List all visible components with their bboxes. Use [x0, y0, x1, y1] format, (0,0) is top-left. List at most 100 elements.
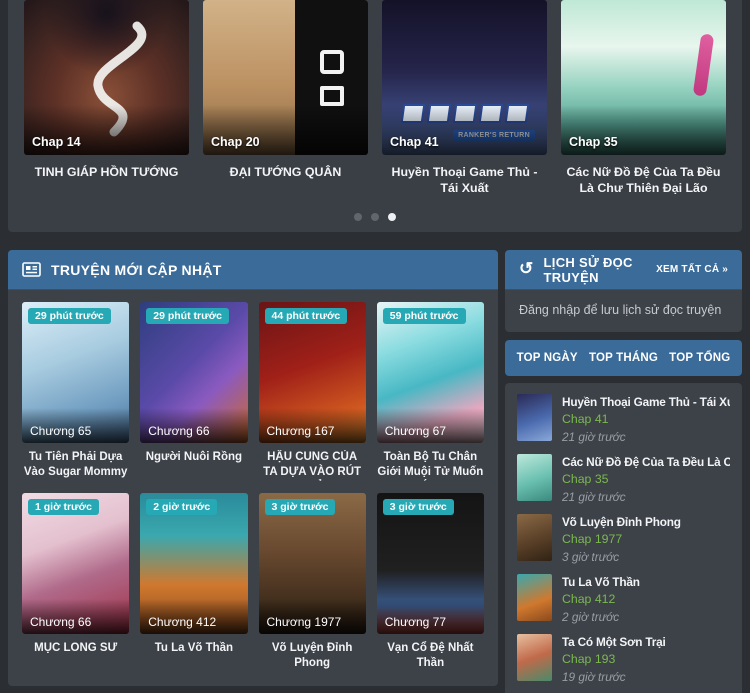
top-item-meta: Ta Có Một Sơn Trại Chap 193 19 giờ trước [562, 634, 666, 684]
comic-title: MỤC LONG SƯ [22, 641, 129, 672]
chapter-label: Chương 66 [140, 408, 247, 443]
comic-cover: 3 giờ trướcChương 1977 [259, 493, 366, 634]
chapter-label: Chương 77 [377, 599, 484, 634]
comic-cover: Chap 14 [24, 0, 189, 155]
comic-card[interactable]: 29 phút trướcChương 65Tu Tiên Phải Dựa V… [22, 302, 129, 481]
time-badge: 29 phút trước [28, 308, 111, 324]
updated-time: 21 giờ trước [562, 430, 730, 444]
login-note: Đăng nhập để lưu lịch sử đọc truyện [505, 290, 742, 332]
comic-card[interactable]: 3 giờ trướcChương 1977 Võ Luyện Đỉnh Phon… [259, 493, 366, 672]
updated-time: 21 giờ trước [562, 490, 730, 504]
updates-panel: TRUYỆN MỚI CẬP NHẬT 29 phút trước Chương … [8, 250, 498, 686]
page: Chap 14TINH GIÁP HỒN TƯỚNG Chap 20 ĐẠI TƯỚ… [0, 0, 750, 693]
comic-title: Ta Có Một Sơn Trại [562, 635, 666, 649]
chapter-label: Chap 14 [32, 135, 81, 149]
top-item-meta: Võ Luyện Đỉnh Phong Chap 1977 3 giờ trước [562, 514, 681, 564]
comic-title: Võ Luyện Đỉnh Phong [562, 515, 681, 529]
comic-thumbnail [517, 574, 552, 621]
updates-header: TRUYỆN MỚI CẬP NHẬT [8, 250, 498, 290]
comic-cover: Chap 20 [203, 0, 368, 155]
top-list-item[interactable]: Huyền Thoại Game Thủ - Tái Xuất Chap 41 21… [517, 394, 730, 444]
comic-title: Tu La Võ Thần [562, 575, 640, 589]
chapter-label: Chương 167 [259, 408, 366, 443]
history-header-title: LỊCH SỬ ĐỌC TRUYỆN [544, 255, 657, 285]
comic-title: Huyền Thoại Game Thủ - Tái Xuất [562, 395, 730, 409]
top-list-item[interactable]: Các Nữ Đồ Đệ Của Ta Đều Là Chư... Chap 35… [517, 454, 730, 504]
latest-chapter: Chap 41 [562, 412, 730, 426]
top-list-item[interactable]: Ta Có Một Sơn Trại Chap 193 19 giờ trước [517, 634, 730, 684]
time-badge: 3 giờ trước [383, 499, 454, 515]
carousel-slide[interactable]: Chap 35 Các Nữ Đồ Đệ Của Ta Đều Là Chư Th… [561, 0, 726, 198]
time-badge: 44 phút trước [265, 308, 348, 324]
latest-chapter: Chap 412 [562, 592, 640, 606]
newspaper-icon [22, 262, 41, 277]
updated-time: 2 giờ trước [562, 610, 640, 624]
carousel-slide[interactable]: Chap 14TINH GIÁP HỒN TƯỚNG [24, 0, 189, 198]
chapter-label: Chap 20 [211, 135, 260, 149]
featured-carousel: Chap 14TINH GIÁP HỒN TƯỚNG Chap 20 ĐẠI TƯỚ… [8, 0, 742, 232]
latest-chapter: Chap 1977 [562, 532, 681, 546]
carousel-dots [8, 213, 742, 221]
comic-card[interactable]: 3 giờ trước Chương 77 Vạn Cổ Đệ Nhất Thần [377, 493, 484, 672]
comic-card[interactable]: 29 phút trước Chương 66 Người Nuôi Rồng [140, 302, 247, 481]
comic-title: Tu La Võ Thần [140, 641, 247, 672]
chapter-label: Chương 412 [140, 599, 247, 634]
view-all-link[interactable]: XEM TẤT CẢ » [656, 264, 728, 275]
comic-cover: 29 phút trước Chương 66 [140, 302, 247, 443]
comic-cover: Chap 35 [561, 0, 726, 155]
comic-cover: RANKER'S RETURNChap 41 [382, 0, 547, 155]
comic-cover: 1 giờ trước Chương 66 [22, 493, 129, 634]
chapter-label: Chương 1977 [259, 599, 366, 634]
chapter-label: Chap 41 [390, 135, 439, 149]
comic-cover: 29 phút trước Chương 65 [22, 302, 129, 443]
chapter-label: Chương 65 [22, 408, 129, 443]
chapter-label: Chap 35 [569, 135, 618, 149]
time-badge: 29 phút trước [146, 308, 229, 324]
carousel-slide[interactable]: RANKER'S RETURNChap 41 Huyền Thoại Game T… [382, 0, 547, 198]
latest-chapter: Chap 35 [562, 472, 730, 486]
updates-header-title: TRUYỆN MỚI CẬP NHẬT [51, 262, 222, 278]
chapter-label: Chương 66 [22, 599, 129, 634]
time-badge: 59 phút trước [383, 308, 466, 324]
comic-title: Vạn Cổ Đệ Nhất Thần [377, 641, 484, 672]
sidebar: ↺ LỊCH SỬ ĐỌC TRUYỆN XEM TẤT CẢ » Đăng n… [505, 250, 742, 693]
comic-title: Huyền Thoại Game Thủ - Tái Xuất [382, 164, 547, 196]
updated-time: 3 giờ trước [562, 550, 681, 564]
comic-card[interactable]: 44 phút trước Chương 167 HẬU CUNG CỦA TA D… [259, 302, 366, 481]
top-item-meta: Huyền Thoại Game Thủ - Tái Xuất Chap 41 21… [562, 394, 730, 444]
history-icon: ↺ [519, 260, 534, 277]
top-item-meta: Tu La Võ Thần Chap 412 2 giờ trước [562, 574, 640, 624]
updated-time: 19 giờ trước [562, 670, 666, 684]
time-badge: 1 giờ trước [28, 499, 99, 515]
history-header: ↺ LỊCH SỬ ĐỌC TRUYỆN XEM TẤT CẢ » [505, 250, 742, 290]
comic-card[interactable]: 2 giờ trướcChương 412 Tu La Võ Thần [140, 493, 247, 672]
updates-grid: 29 phút trướcChương 65Tu Tiên Phải Dựa V… [8, 290, 498, 684]
comic-card[interactable]: 1 giờ trước Chương 66 MỤC LONG SƯ [22, 493, 129, 672]
comic-title: Các Nữ Đồ Đệ Của Ta Đều Là Chư... [562, 455, 730, 469]
comic-cover: 2 giờ trướcChương 412 [140, 493, 247, 634]
carousel-slide[interactable]: Chap 20 ĐẠI TƯỚNG QUÂN [203, 0, 368, 198]
comic-cover: 59 phút trước Chương 67 [377, 302, 484, 443]
comic-title: HẬU CUNG CỦA TA DỰA VÀO RÚT THẺ [259, 450, 366, 481]
latest-chapter: Chap 193 [562, 652, 666, 666]
cover-art [693, 33, 715, 96]
carousel-dot[interactable] [371, 213, 379, 221]
comic-cover: 44 phút trước Chương 167 [259, 302, 366, 443]
comic-cover: 3 giờ trước Chương 77 [377, 493, 484, 634]
tab-top-month[interactable]: TOP THÁNG [589, 352, 658, 364]
carousel-dot[interactable] [354, 213, 362, 221]
comic-title: Người Nuôi Rồng [140, 450, 247, 481]
tab-top-total[interactable]: TOP TỔNG [669, 352, 730, 364]
comic-title: ĐẠI TƯỚNG QUÂN [203, 164, 368, 180]
comic-card[interactable]: 59 phút trước Chương 67 Toàn Bộ Tu Chân Gi… [377, 302, 484, 481]
top-list-item[interactable]: Võ Luyện Đỉnh Phong Chap 1977 3 giờ trước [517, 514, 730, 564]
carousel-dot[interactable] [388, 213, 396, 221]
chapter-label: Chương 67 [377, 408, 484, 443]
comic-title: Võ Luyện Đỉnh Phong [259, 641, 366, 672]
carousel-slides: Chap 14TINH GIÁP HỒN TƯỚNG Chap 20 ĐẠI TƯỚ… [8, 0, 742, 198]
comic-title: Các Nữ Đồ Đệ Của Ta Đều Là Chư Thiên Đại… [561, 164, 726, 198]
comic-thumbnail [517, 454, 552, 501]
tab-top-day[interactable]: TOP NGÀY [517, 352, 578, 364]
comic-title: Toàn Bộ Tu Chân Giới Muội Tử Muốn Bắt Ta [377, 450, 484, 481]
top-list-item[interactable]: Tu La Võ Thần Chap 412 2 giờ trước [517, 574, 730, 624]
